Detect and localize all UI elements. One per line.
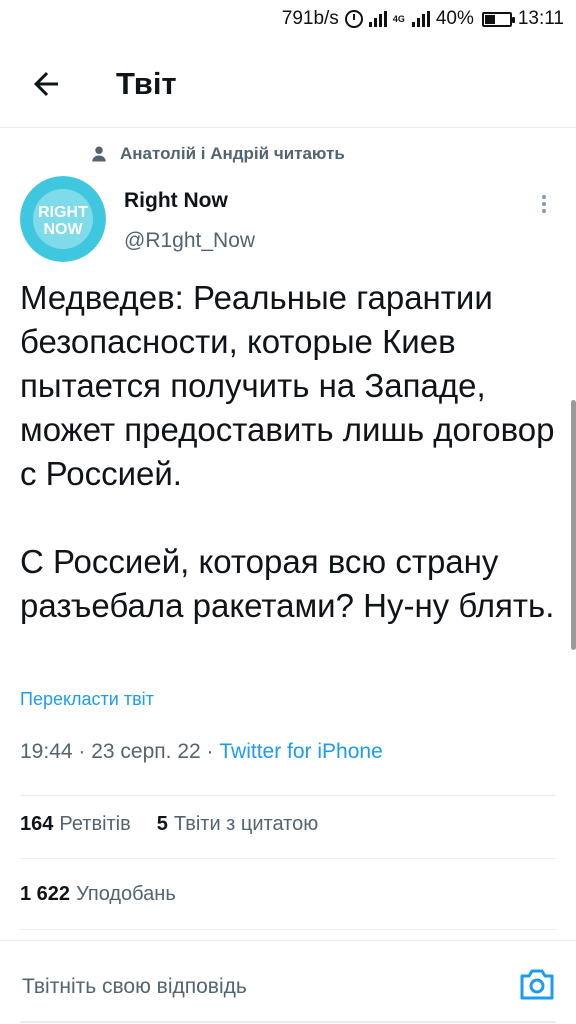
likes-stats: 1 622 Уподобань (20, 883, 176, 906)
meta-separator: · (206, 740, 220, 763)
quotes-count[interactable]: 5 (157, 813, 168, 836)
social-context: Анатолій і Андрій читають (90, 144, 345, 164)
tweet-meta: 19:44 · 23 серп. 22 · Twitter for iPhone (20, 740, 383, 764)
battery-percent: 40% (435, 8, 474, 29)
alarm-icon (344, 10, 363, 28)
reply-underline (20, 1021, 556, 1023)
page-title: Твіт (116, 66, 177, 101)
likes-count[interactable]: 1 622 (20, 883, 70, 906)
scrollbar[interactable] (571, 400, 576, 650)
divider (20, 929, 556, 930)
social-context-text[interactable]: Анатолій і Андрій читають (120, 144, 345, 164)
network-type: 4G (392, 14, 405, 24)
battery-icon (481, 11, 515, 27)
avatar-text-line1: RIGHT (38, 204, 88, 221)
retweets-count[interactable]: 164 (20, 813, 53, 836)
back-arrow-icon[interactable] (28, 66, 64, 102)
likes-label[interactable]: Уподобань (76, 883, 176, 906)
tweet-date: 23 серп. 22 (91, 740, 201, 763)
avatar-text-line2: NOW (43, 221, 83, 238)
divider (20, 858, 556, 859)
signal-icon-2 (411, 11, 430, 27)
avatar[interactable]: RIGHT NOW (20, 176, 106, 262)
signal-icon (368, 11, 387, 27)
status-bar: 791b/s 4G 40% 13:11 (0, 0, 576, 40)
retweets-label[interactable]: Ретвітів (59, 813, 130, 836)
author-display-name[interactable]: Right Now (124, 189, 228, 213)
camera-icon[interactable] (518, 967, 556, 1001)
meta-separator: · (78, 740, 92, 763)
retweet-stats: 164 Ретвітів 5 Твіти з цитатою (20, 813, 318, 836)
tweet-text: Медведев: Реальные гарантии безопасности… (20, 279, 555, 624)
reply-bar: Твітніть свою відповідь (0, 940, 576, 1024)
clock: 13:11 (517, 8, 564, 29)
more-options-icon[interactable] (534, 192, 554, 216)
quotes-label[interactable]: Твіти з цитатою (174, 813, 318, 836)
translate-tweet-link[interactable]: Перекласти твіт (20, 689, 154, 710)
divider (20, 795, 556, 796)
reply-input[interactable]: Твітніть свою відповідь (22, 975, 247, 999)
person-icon (92, 146, 106, 162)
tweet-source-link[interactable]: Twitter for iPhone (219, 740, 382, 763)
network-speed: 791b/s (281, 8, 339, 29)
top-bar: Твіт (0, 40, 576, 128)
author-handle[interactable]: @R1ght_Now (124, 229, 255, 253)
tweet-time: 19:44 (20, 740, 73, 763)
